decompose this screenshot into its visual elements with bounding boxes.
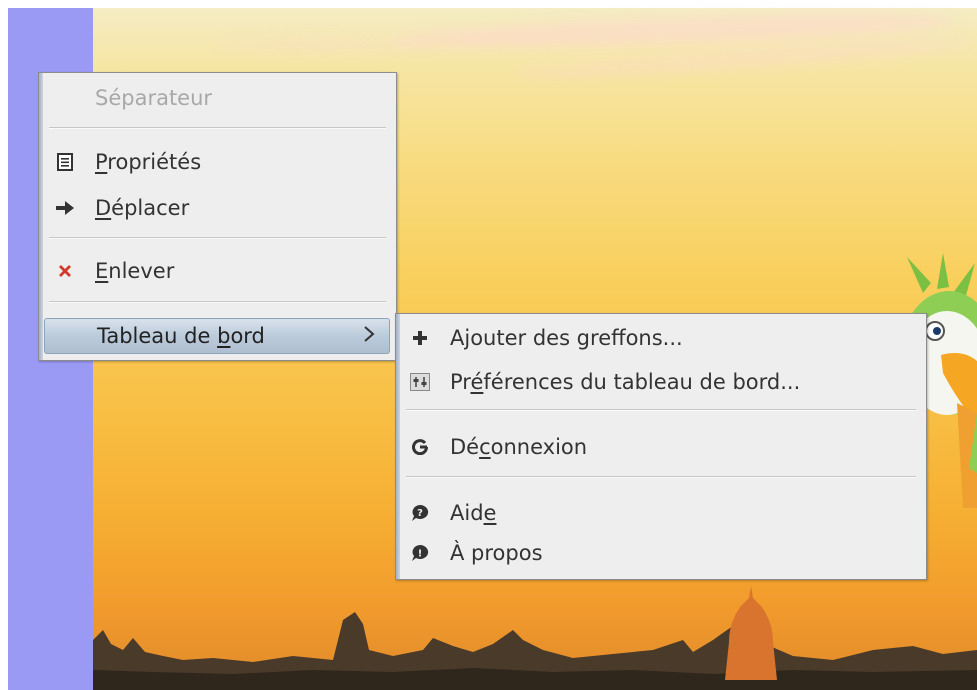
submenu-chevron-icon bbox=[363, 324, 375, 348]
sky-cloud-streak bbox=[213, 38, 433, 52]
menu-item-label: Aide bbox=[450, 501, 497, 525]
properties-icon bbox=[55, 152, 75, 172]
menu-item-separator: Séparateur bbox=[43, 81, 394, 115]
menu-separator bbox=[406, 476, 916, 478]
menu-item-label: Préférences du tableau de bord... bbox=[450, 370, 801, 394]
menu-item-panel-submenu[interactable]: Tableau de bord bbox=[44, 318, 390, 354]
plus-icon bbox=[410, 328, 430, 348]
menu-separator bbox=[49, 127, 386, 129]
menu-item-add-plugins[interactable]: Ajouter des greffons... bbox=[400, 321, 924, 355]
about-icon: ! bbox=[410, 543, 430, 563]
panel-submenu: Ajouter des greffons... Préférences du t… bbox=[395, 313, 927, 580]
menu-item-label: Déplacer bbox=[95, 196, 190, 220]
menu-item-label: À propos bbox=[450, 541, 543, 565]
move-arrow-icon bbox=[55, 198, 75, 218]
menu-item-move[interactable]: Déplacer bbox=[43, 191, 394, 225]
menu-item-panel-preferences[interactable]: Préférences du tableau de bord... bbox=[400, 365, 924, 399]
menu-item-label: Déconnexion bbox=[450, 435, 588, 459]
menu-separator bbox=[406, 409, 916, 411]
menu-item-label: Enlever bbox=[95, 259, 175, 283]
menu-item-label: Propriétés bbox=[95, 150, 202, 174]
remove-x-icon bbox=[55, 261, 75, 281]
menu-item-help[interactable]: ? Aide bbox=[400, 496, 924, 530]
panel-preferences-icon bbox=[410, 372, 430, 392]
screenshot-border-top bbox=[0, 0, 977, 8]
city-skyline-silhouette bbox=[93, 612, 977, 690]
svg-text:?: ? bbox=[417, 508, 423, 519]
svg-text:!: ! bbox=[418, 549, 423, 560]
panel-context-menu: Séparateur Propriétés Déplacer Enlever T… bbox=[38, 72, 397, 361]
menu-item-remove[interactable]: Enlever bbox=[43, 254, 394, 288]
dome-tower-silhouette bbox=[725, 586, 777, 680]
menu-separator bbox=[49, 237, 386, 239]
menu-item-about[interactable]: ! À propos bbox=[400, 536, 924, 570]
menu-item-label: Ajouter des greffons... bbox=[450, 326, 683, 350]
menu-item-logout[interactable]: Déconnexion bbox=[400, 430, 924, 464]
screenshot-border-left bbox=[0, 0, 8, 690]
menu-separator bbox=[49, 301, 386, 303]
menu-item-label: Séparateur bbox=[95, 86, 213, 110]
help-icon: ? bbox=[410, 503, 430, 523]
menu-item-properties[interactable]: Propriétés bbox=[43, 145, 394, 179]
menu-item-label: Tableau de bord bbox=[97, 324, 265, 348]
logout-icon bbox=[410, 437, 430, 457]
